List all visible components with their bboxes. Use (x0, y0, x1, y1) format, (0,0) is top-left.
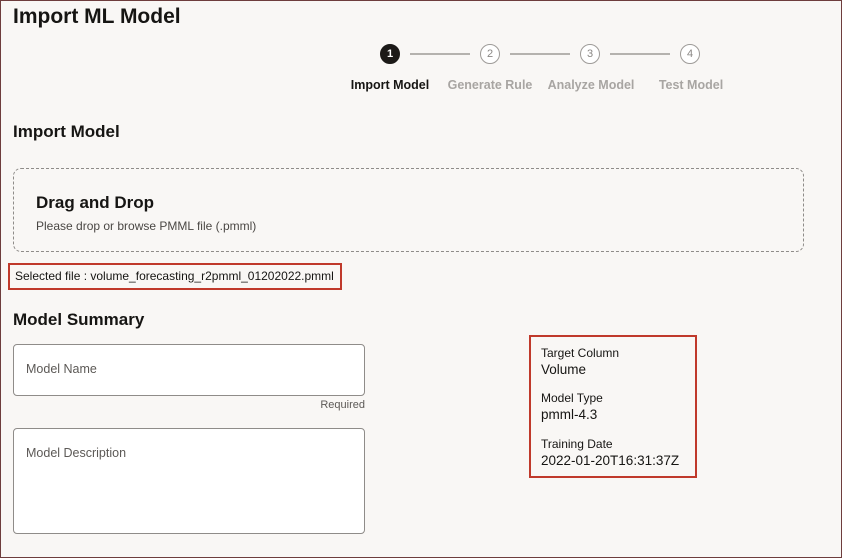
step-connector (610, 53, 670, 55)
model-name-required-hint: Required (320, 399, 365, 411)
app-window: Import ML Model 1 2 3 4 Import Model Gen… (0, 0, 842, 558)
step-3-indicator[interactable]: 3 (580, 44, 600, 64)
model-name-placeholder: Model Name (26, 362, 97, 376)
import-section-title: Import Model (13, 122, 120, 141)
stepper: 1 2 3 4 Import Model Generate Rule Analy… (1, 41, 842, 101)
step-connector (410, 53, 470, 55)
dropzone-title: Drag and Drop (36, 193, 155, 212)
model-type-value: pmml-4.3 (541, 407, 598, 422)
model-name-field[interactable]: Model Name (13, 344, 365, 396)
target-column-label: Target Column (541, 346, 620, 360)
model-details-panel: Target Column Volume Model Type pmml-4.3… (529, 335, 697, 478)
page-title: Import ML Model (13, 5, 181, 28)
dropzone-subtitle: Please drop or browse PMML file (.pmml) (36, 219, 257, 233)
step-3-label[interactable]: Analyze Model (536, 78, 646, 92)
training-date-label: Training Date (541, 437, 613, 451)
selected-file-text: Selected file : volume_forecasting_r2pmm… (8, 263, 342, 290)
step-1-label[interactable]: Import Model (335, 78, 445, 92)
target-column-value: Volume (541, 362, 587, 377)
step-1-indicator[interactable]: 1 (380, 44, 400, 64)
step-connector (510, 53, 570, 55)
file-dropzone[interactable]: Drag and Drop Please drop or browse PMML… (13, 168, 804, 252)
step-4-indicator[interactable]: 4 (680, 44, 700, 64)
step-2-label[interactable]: Generate Rule (435, 78, 545, 92)
step-4-label[interactable]: Test Model (636, 78, 746, 92)
model-description-field[interactable]: Model Description (13, 428, 365, 534)
step-2-indicator[interactable]: 2 (480, 44, 500, 64)
model-type-label: Model Type (541, 391, 603, 405)
model-summary-title: Model Summary (13, 310, 145, 329)
model-description-placeholder: Model Description (26, 446, 127, 460)
training-date-value: 2022-01-20T16:31:37Z (541, 453, 680, 468)
